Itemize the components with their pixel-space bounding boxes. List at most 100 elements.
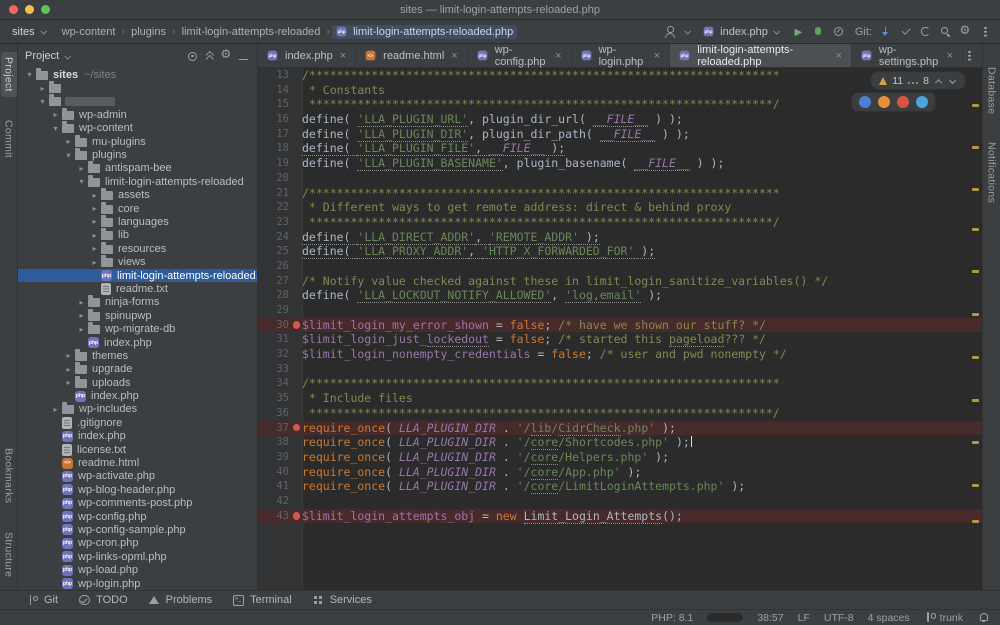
- settings-icon[interactable]: [959, 25, 972, 38]
- tree-row[interactable]: [18, 95, 257, 108]
- code-text[interactable]: /***************************************…: [302, 376, 982, 391]
- chevron-right-icon[interactable]: [89, 217, 100, 226]
- prev-problem-icon[interactable]: [934, 76, 943, 85]
- tree-row[interactable]: wp-comments-post.php: [18, 497, 257, 510]
- chevron-right-icon[interactable]: [89, 244, 100, 253]
- chevron-down-icon[interactable]: [50, 124, 61, 133]
- safari-icon[interactable]: [916, 96, 928, 108]
- gutter-line-number[interactable]: 43: [258, 509, 302, 524]
- search-everywhere-icon[interactable]: [939, 25, 952, 38]
- code-text[interactable]: $limit_login_just_lockedout = false; /* …: [302, 332, 982, 347]
- warning-stripe-mark[interactable]: [972, 484, 979, 487]
- warning-stripe-mark[interactable]: [972, 228, 979, 231]
- git-branch-widget[interactable]: trunk: [924, 611, 963, 624]
- tree-row[interactable]: limit-login-attempts-reloaded.php: [18, 269, 257, 282]
- toolwindow-button-todo[interactable]: TODO: [78, 594, 128, 607]
- notifications-icon[interactable]: [977, 611, 990, 624]
- tree-row[interactable]: limit-login-attempts-reloaded: [18, 175, 257, 188]
- breakpoint-icon[interactable]: [293, 321, 301, 329]
- gutter-line-number[interactable]: 31: [258, 332, 302, 347]
- close-window-button[interactable]: [9, 5, 18, 14]
- tree-row[interactable]: plugins: [18, 148, 257, 161]
- breadcrumb-item[interactable]: limit-login-attempts-reloaded: [178, 25, 325, 39]
- breakpoint-icon[interactable]: [293, 424, 301, 432]
- code-text[interactable]: $limit_login_attempts_obj = new Limit_Lo…: [302, 509, 982, 524]
- breadcrumb-item[interactable]: wp-content: [58, 25, 120, 39]
- tree-row[interactable]: spinupwp: [18, 309, 257, 322]
- user-icon[interactable]: [663, 25, 676, 38]
- tree-row[interactable]: wp-includes: [18, 403, 257, 416]
- gutter-line-number[interactable]: 37: [258, 421, 302, 436]
- tree-row[interactable]: themes: [18, 349, 257, 362]
- code-text[interactable]: [302, 362, 982, 377]
- tree-row[interactable]: license.txt: [18, 443, 257, 456]
- gutter-line-number[interactable]: 29: [258, 303, 302, 318]
- caret-position[interactable]: 38:57: [757, 612, 783, 624]
- hide-panel-icon[interactable]: [237, 50, 250, 63]
- tree-row[interactable]: wp-config-sample.php: [18, 523, 257, 536]
- panel-settings-icon[interactable]: [220, 50, 233, 63]
- code-text[interactable]: define( 'LLA_PLUGIN_FILE', __FILE__ );: [302, 141, 982, 156]
- gutter-line-number[interactable]: 41: [258, 479, 302, 494]
- chevron-right-icon[interactable]: [50, 405, 61, 414]
- commit-button[interactable]: [899, 25, 912, 38]
- tree-row[interactable]: core: [18, 202, 257, 215]
- tree-row[interactable]: views: [18, 255, 257, 268]
- toolwindow-button-terminal[interactable]: Terminal: [232, 594, 292, 607]
- tree-row[interactable]: wp-login.php: [18, 577, 257, 590]
- tool-stripe-bookmarks[interactable]: Bookmarks: [1, 443, 17, 508]
- warning-stripe-mark[interactable]: [972, 399, 979, 402]
- tool-stripe-structure[interactable]: Structure: [1, 527, 17, 582]
- tree-row[interactable]: languages: [18, 215, 257, 228]
- editor-tab[interactable]: limit-login-attempts-reloaded.php: [670, 44, 852, 67]
- warning-stripe-mark[interactable]: [972, 188, 979, 191]
- editor-tab[interactable]: wp-login.php: [572, 44, 671, 67]
- code-text[interactable]: $limit_login_nonempty_credentials = fals…: [302, 347, 982, 362]
- tree-row[interactable]: uploads: [18, 376, 257, 389]
- toolwindow-button-git[interactable]: Git: [26, 594, 58, 607]
- tree-row[interactable]: antispam-bee: [18, 162, 257, 175]
- project-widget[interactable]: sites: [8, 24, 52, 40]
- tree-row[interactable]: wp-activate.php: [18, 470, 257, 483]
- gutter-line-number[interactable]: 26: [258, 259, 302, 274]
- collapse-all-icon[interactable]: [203, 50, 216, 63]
- code-editor[interactable]: 13/*************************************…: [258, 68, 982, 590]
- code-text[interactable]: [302, 303, 982, 318]
- editor-tab[interactable]: wp-settings.php: [852, 44, 963, 67]
- tree-row[interactable]: sites~/sites: [18, 68, 257, 81]
- next-problem-icon[interactable]: [948, 76, 957, 85]
- tree-row[interactable]: resources: [18, 242, 257, 255]
- code-text[interactable]: define( 'LLA_DIRECT_ADDR', 'REMOTE_ADDR'…: [302, 230, 982, 245]
- inspections-widget[interactable]: 11 8: [870, 71, 966, 90]
- gutter-line-number[interactable]: 16: [258, 112, 302, 127]
- close-tab-icon[interactable]: [555, 50, 561, 62]
- gutter-line-number[interactable]: 18: [258, 141, 302, 156]
- code-text[interactable]: [302, 259, 982, 274]
- line-separator[interactable]: LF: [798, 612, 810, 624]
- warning-stripe-mark[interactable]: [972, 520, 979, 523]
- tab-options-icon[interactable]: [963, 49, 976, 62]
- code-text[interactable]: ****************************************…: [302, 215, 982, 230]
- close-tab-icon[interactable]: [947, 50, 953, 62]
- gutter-line-number[interactable]: 42: [258, 494, 302, 509]
- profiler-button[interactable]: [832, 25, 845, 38]
- tree-row[interactable]: wp-migrate-db: [18, 322, 257, 335]
- breadcrumb-item[interactable]: plugins: [127, 25, 170, 39]
- chevron-right-icon[interactable]: [37, 84, 48, 93]
- tree-row[interactable]: wp-cron.php: [18, 537, 257, 550]
- history-button[interactable]: [919, 25, 932, 38]
- tree-row[interactable]: index.php: [18, 389, 257, 402]
- tree-row[interactable]: readme.html: [18, 456, 257, 469]
- code-text[interactable]: [302, 494, 982, 509]
- php-version[interactable]: PHP: 8.1: [651, 612, 693, 624]
- gutter-line-number[interactable]: 27: [258, 274, 302, 289]
- warning-stripe-mark[interactable]: [972, 313, 979, 316]
- gutter-line-number[interactable]: 23: [258, 215, 302, 230]
- gutter-line-number[interactable]: 22: [258, 200, 302, 215]
- gutter-line-number[interactable]: 33: [258, 362, 302, 377]
- chevron-right-icon[interactable]: [63, 378, 74, 387]
- more-actions-icon[interactable]: [979, 25, 992, 38]
- chevron-down-icon[interactable]: [24, 70, 35, 79]
- close-tab-icon[interactable]: [451, 50, 457, 62]
- gutter-line-number[interactable]: 39: [258, 450, 302, 465]
